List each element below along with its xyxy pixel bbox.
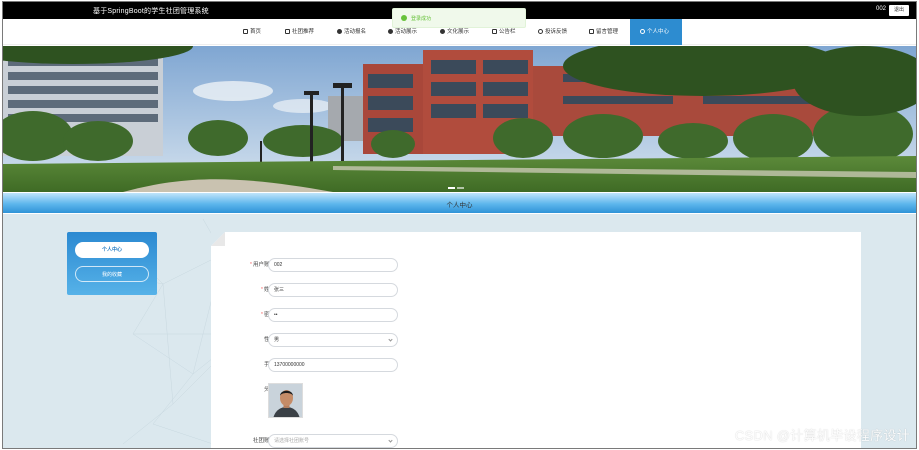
nav-label: 活动展示 bbox=[395, 29, 418, 35]
club-account-select[interactable]: 请选择社团账号 bbox=[268, 434, 398, 448]
form-row-phone: 手机 13700000000 bbox=[211, 358, 411, 372]
logout-button[interactable]: 退出 bbox=[889, 5, 909, 16]
form-row-avatar: 头像 bbox=[211, 383, 411, 419]
campus-photo bbox=[3, 46, 916, 192]
password-input[interactable]: •• bbox=[268, 308, 398, 322]
campus-banner bbox=[3, 46, 916, 192]
side-menu-personal-center[interactable]: 个人中心 bbox=[75, 242, 149, 258]
nav-item-complaint[interactable]: 投诉反馈 bbox=[538, 19, 567, 45]
flag-icon bbox=[285, 28, 290, 34]
avatar-image[interactable] bbox=[268, 383, 303, 418]
nav-label: 公告栏 bbox=[499, 29, 516, 35]
nav-item-club-recommend[interactable]: 社团推荐 bbox=[285, 19, 314, 45]
nav-label: 个人中心 bbox=[647, 29, 670, 35]
nav-item-home[interactable]: 首页 bbox=[243, 19, 261, 45]
doc-icon bbox=[492, 28, 497, 34]
form-row-password: *密码 •• bbox=[211, 308, 411, 322]
name-input[interactable]: 张三 bbox=[268, 283, 398, 297]
browser-frame: 基于SpringBoot的学生社团管理系统 002 退出 登录成功 首页 社团推… bbox=[2, 1, 917, 449]
form-row-name: *姓名 张三 bbox=[211, 283, 411, 297]
profile-form-panel: *用户账号 002 *姓名 张三 *密码 •• 性别 男 手机 13700000… bbox=[211, 232, 861, 448]
carousel-dot[interactable] bbox=[448, 187, 455, 189]
nav-label: 活动报名 bbox=[344, 29, 367, 35]
nav-label: 文化展示 bbox=[447, 29, 470, 35]
gender-select[interactable]: 男 bbox=[268, 333, 398, 347]
chevron-down-icon bbox=[388, 337, 393, 342]
club-account-placeholder: 请选择社团账号 bbox=[274, 438, 310, 444]
form-row-account: *用户账号 002 bbox=[211, 258, 411, 272]
section-title: 个人中心 bbox=[446, 202, 473, 209]
circle-icon bbox=[388, 28, 393, 34]
circle-icon bbox=[440, 28, 445, 34]
nav-item-messages[interactable]: 留言管理 bbox=[589, 19, 618, 45]
site-title: 基于SpringBoot的学生社团管理系统 bbox=[93, 8, 209, 15]
account-input[interactable]: 002 bbox=[268, 258, 398, 272]
nav-label: 社团推荐 bbox=[292, 29, 315, 35]
carousel-indicators bbox=[448, 185, 466, 191]
message-icon bbox=[589, 28, 594, 34]
nav-label: 留言管理 bbox=[596, 29, 619, 35]
carousel-dot[interactable] bbox=[457, 187, 464, 189]
chevron-down-icon bbox=[388, 438, 393, 443]
success-toast: 登录成功 bbox=[392, 8, 526, 28]
content-area: 个人中心 我的收藏 *用户账号 002 *姓名 张三 *密码 •• 性别 男 bbox=[3, 214, 916, 448]
side-menu-my-favorites[interactable]: 我的收藏 bbox=[75, 266, 149, 282]
nav-label: 首页 bbox=[250, 29, 262, 35]
gender-value: 男 bbox=[274, 337, 280, 343]
panel-corner-cut bbox=[211, 232, 225, 246]
nav-item-personal-center[interactable]: 个人中心 bbox=[630, 19, 682, 45]
username-label: 002 bbox=[875, 6, 886, 12]
section-header: 个人中心 bbox=[3, 193, 916, 213]
user-icon bbox=[640, 28, 645, 34]
chat-icon bbox=[538, 28, 543, 34]
form-row-gender: 性别 男 bbox=[211, 333, 411, 347]
toast-message: 登录成功 bbox=[411, 16, 432, 22]
csdn-watermark: CSDN @计算机毕设程序设计 bbox=[734, 428, 910, 443]
side-menu: 个人中心 我的收藏 bbox=[67, 232, 157, 295]
form-row-club-account: 社团账号 请选择社团账号 bbox=[211, 434, 411, 448]
phone-input[interactable]: 13700000000 bbox=[268, 358, 398, 372]
success-check-icon bbox=[401, 15, 407, 21]
nav-item-activity-signup[interactable]: 活动报名 bbox=[337, 19, 366, 45]
nav-label: 投诉反馈 bbox=[545, 29, 568, 35]
circle-icon bbox=[337, 28, 342, 34]
home-icon bbox=[243, 28, 248, 34]
